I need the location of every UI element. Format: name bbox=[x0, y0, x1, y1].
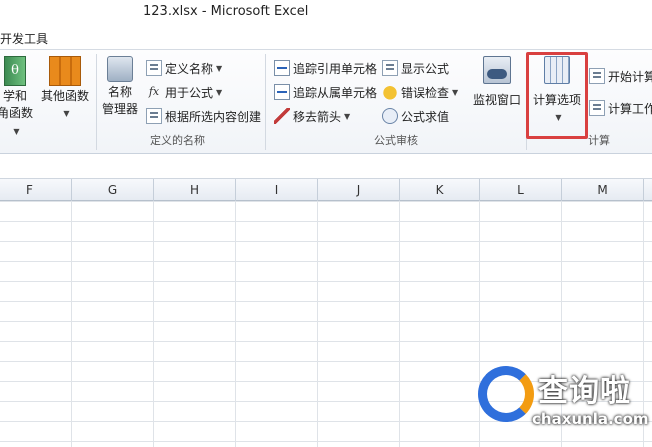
watermark: 查询啦 chaxunla.com bbox=[478, 360, 652, 444]
column-header-m[interactable]: M bbox=[562, 179, 644, 201]
calculate-now-label: 开始计算 bbox=[608, 69, 652, 84]
books-icon bbox=[49, 56, 81, 86]
create-from-selection-label: 根据所选内容创建 bbox=[165, 109, 262, 124]
remove-arrows-button[interactable]: 移去箭头 ▼ bbox=[274, 106, 350, 126]
remove-arrows-icon bbox=[274, 108, 290, 124]
chevron-down-icon: ▼ bbox=[452, 87, 459, 97]
gridline bbox=[317, 201, 318, 447]
show-formulas-label: 显示公式 bbox=[401, 61, 450, 76]
column-header-k[interactable]: K bbox=[400, 179, 480, 201]
create-from-selection-button[interactable]: 根据所选内容创建 bbox=[146, 106, 261, 126]
separator bbox=[96, 54, 97, 150]
name-manager-label-2: 管理器 bbox=[101, 102, 138, 116]
trace-dependents-button[interactable]: 追踪从属单元格 bbox=[274, 82, 377, 102]
defined-names-group-label: 定义的名称 bbox=[150, 134, 205, 147]
gridline bbox=[71, 201, 72, 447]
show-formulas-button[interactable]: 显示公式 bbox=[382, 58, 449, 78]
tag-icon bbox=[146, 60, 162, 76]
formula-audit-group-label: 公式审核 bbox=[374, 134, 418, 147]
calculate-sheet-button[interactable]: 计算工作 bbox=[589, 98, 652, 118]
formula-bar-area bbox=[0, 155, 652, 179]
name-manager-icon bbox=[107, 56, 133, 82]
other-functions-label: 其他函数 bbox=[40, 89, 89, 103]
column-header-g[interactable]: G bbox=[72, 179, 154, 201]
calculate-sheet-icon bbox=[589, 100, 605, 116]
trace-precedents-button[interactable]: 追踪引用单元格 bbox=[274, 58, 377, 78]
calculate-now-icon bbox=[589, 68, 605, 84]
book-icon: θ bbox=[4, 56, 26, 86]
separator bbox=[265, 54, 266, 150]
evaluate-formula-label: 公式求值 bbox=[401, 109, 450, 124]
trace-dependents-label: 追踪从属单元格 bbox=[293, 85, 378, 100]
column-header-f[interactable]: F bbox=[0, 179, 72, 201]
window-title: 123.xlsx - Microsoft Excel bbox=[143, 4, 309, 19]
ribbon-tab-row: 开发工具 bbox=[0, 26, 652, 50]
chevron-down-icon: ▼ bbox=[216, 63, 223, 73]
gridline bbox=[399, 201, 400, 447]
use-in-formula-label: 用于公式 bbox=[165, 85, 214, 100]
show-formulas-icon bbox=[382, 60, 398, 76]
remove-arrows-label: 移去箭头 bbox=[293, 109, 342, 124]
evaluate-formula-icon bbox=[382, 108, 398, 124]
column-header-row: F G H I J K L M bbox=[0, 179, 652, 201]
watch-window-icon bbox=[483, 56, 511, 84]
fx-icon: fx bbox=[148, 85, 160, 98]
gridline bbox=[153, 201, 154, 447]
calculation-group-label: 计算 bbox=[588, 134, 610, 147]
warning-icon bbox=[382, 84, 398, 100]
watermark-logo-icon bbox=[478, 366, 534, 422]
tab-developer[interactable]: 开发工具 bbox=[0, 30, 48, 47]
watch-window-button[interactable]: 监视窗口 bbox=[470, 56, 524, 109]
error-checking-label: 错误检查 bbox=[401, 85, 450, 100]
watermark-brand: 查询啦 bbox=[538, 374, 631, 409]
watch-window-label: 监视窗口 bbox=[472, 93, 521, 107]
column-header-i[interactable]: I bbox=[236, 179, 318, 201]
other-functions-button[interactable]: 其他函数 ▼ bbox=[38, 56, 92, 122]
name-manager-label-1: 名称 bbox=[107, 85, 132, 99]
use-in-formula-button[interactable]: fx 用于公式 ▼ bbox=[146, 82, 222, 102]
watermark-url: chaxunla.com bbox=[532, 410, 649, 428]
math-trig-label-2: 角函数 bbox=[0, 106, 33, 120]
evaluate-formula-button[interactable]: 公式求值 bbox=[382, 106, 449, 126]
chevron-down-icon: ▼ bbox=[216, 87, 223, 97]
chevron-down-icon: ▼ bbox=[63, 109, 70, 118]
trace-precedents-label: 追踪引用单元格 bbox=[293, 61, 378, 76]
column-header-h[interactable]: H bbox=[154, 179, 236, 201]
calculate-now-button[interactable]: 开始计算 bbox=[589, 66, 652, 86]
title-bar: 123.xlsx - Microsoft Excel bbox=[0, 0, 652, 26]
trace-dependents-icon bbox=[274, 84, 290, 100]
gridline bbox=[235, 201, 236, 447]
calculate-sheet-label: 计算工作 bbox=[608, 101, 652, 116]
name-manager-button[interactable]: 名称 管理器 bbox=[100, 56, 140, 118]
column-header-l[interactable]: L bbox=[480, 179, 562, 201]
highlight-box bbox=[526, 52, 588, 139]
table-icon bbox=[146, 108, 162, 124]
math-trig-label-1: 学和 bbox=[2, 89, 27, 103]
math-trig-button[interactable]: θ 学和 角函数▼ bbox=[0, 56, 34, 140]
define-name-button[interactable]: 定义名称 ▼ bbox=[146, 58, 222, 78]
chevron-down-icon: ▼ bbox=[344, 111, 351, 121]
error-checking-button[interactable]: 错误检查 ▼ bbox=[382, 82, 458, 102]
define-name-label: 定义名称 bbox=[165, 61, 214, 76]
column-header-j[interactable]: J bbox=[318, 179, 400, 201]
trace-precedents-icon bbox=[274, 60, 290, 76]
